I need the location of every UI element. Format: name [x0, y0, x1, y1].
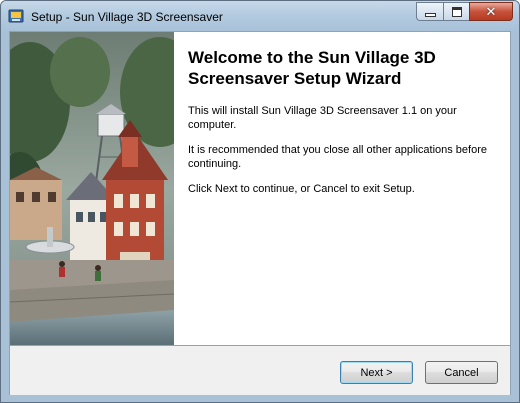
wizard-side-image [10, 32, 174, 345]
title-bar[interactable]: Setup - Sun Village 3D Screensaver ✕ [1, 1, 519, 32]
install-info-text: This will install Sun Village 3D Screens… [188, 105, 457, 131]
recommendation-text: It is recommended that you close all oth… [188, 144, 487, 170]
minimize-icon [424, 13, 436, 17]
close-icon: ✕ [485, 4, 497, 19]
close-button[interactable]: ✕ [469, 2, 513, 21]
setup-icon [8, 8, 24, 24]
next-button[interactable]: Next > [340, 361, 413, 384]
window-title: Setup - Sun Village 3D Screensaver [31, 10, 223, 24]
instruction-text: Click Next to continue, or Cancel to exi… [188, 183, 415, 195]
wizard-heading: Welcome to the Sun Village 3D Screensave… [188, 48, 436, 88]
wizard-client-area: Welcome to the Sun Village 3D Screensave… [9, 31, 511, 395]
setup-window: Setup - Sun Village 3D Screensaver ✕ Wel… [0, 0, 520, 403]
minimize-button[interactable] [416, 2, 443, 21]
maximize-button[interactable] [443, 2, 469, 21]
caption-buttons: ✕ [416, 2, 513, 21]
maximize-icon [451, 6, 462, 17]
wizard-content: Welcome to the Sun Village 3D Screensave… [174, 32, 510, 345]
button-bar: Next > Cancel [10, 345, 510, 395]
cancel-button[interactable]: Cancel [425, 361, 498, 384]
